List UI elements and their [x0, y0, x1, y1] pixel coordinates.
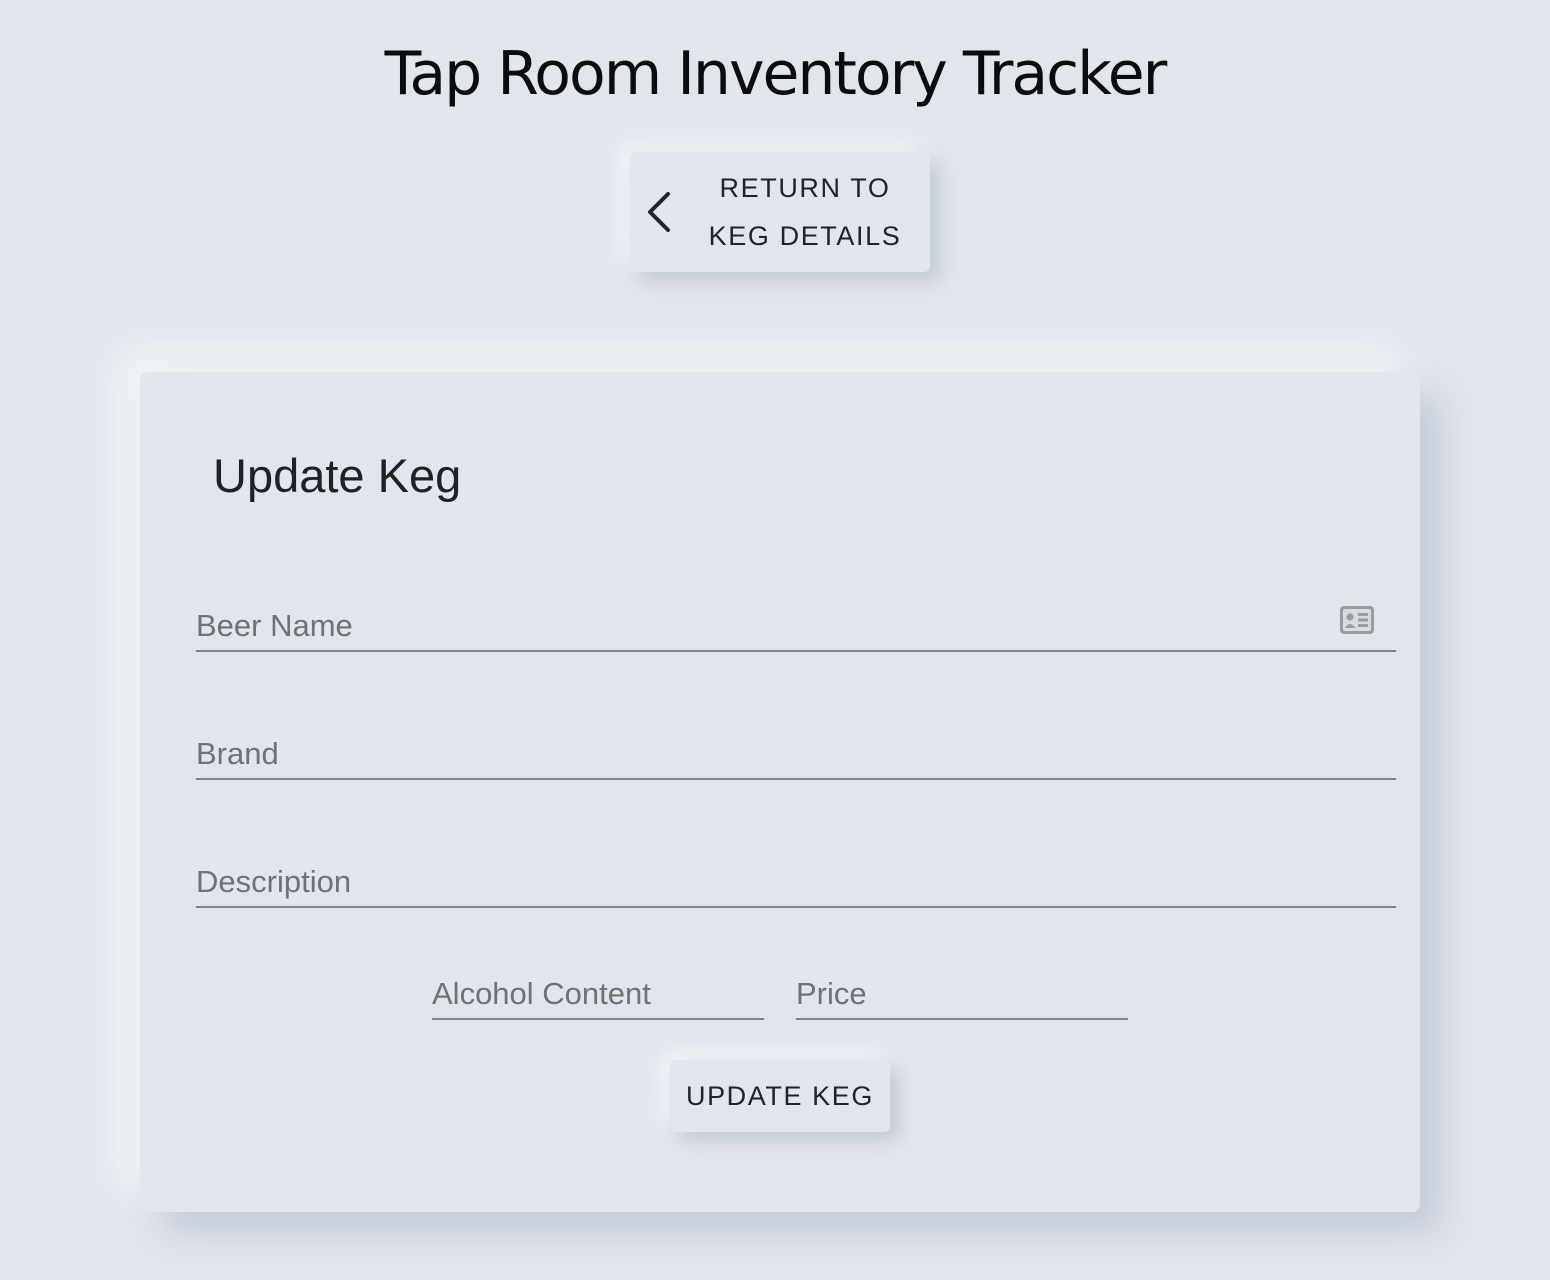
beer-name-field	[196, 590, 1396, 652]
brand-input[interactable]	[196, 736, 1396, 772]
update-keg-button[interactable]: UPDATE KEG	[670, 1060, 890, 1132]
description-input[interactable]	[196, 864, 1396, 900]
chevron-left-icon	[644, 190, 676, 234]
id-card-icon	[1340, 606, 1374, 634]
price-input[interactable]	[796, 976, 1128, 1012]
return-button-line2: KEG DETAILS	[708, 221, 902, 251]
form-title: Update Keg	[213, 449, 462, 502]
beer-name-input[interactable]	[196, 608, 1326, 644]
brand-field	[196, 718, 1396, 780]
page: Tap Room Inventory Tracker RETURN TO KEG…	[0, 0, 1550, 1280]
price-field	[796, 958, 1128, 1020]
alcohol-content-input[interactable]	[432, 976, 764, 1012]
update-keg-form-card: Update Keg Beer Name Brand Description A…	[140, 372, 1420, 1212]
return-to-keg-details-button[interactable]: RETURN TO KEG DETAILS	[630, 152, 930, 272]
return-button-line1: RETURN TO	[719, 173, 891, 203]
alcohol-content-field	[432, 958, 764, 1020]
description-field	[196, 846, 1396, 908]
page-title: Tap Room Inventory Tracker	[384, 39, 1168, 109]
return-button-label: RETURN TO KEG DETAILS	[700, 164, 910, 260]
